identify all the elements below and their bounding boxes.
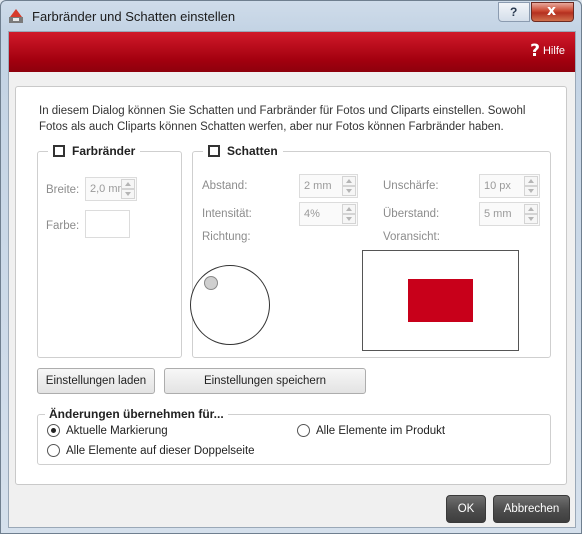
shadow-distance-value: 2 mm — [304, 180, 332, 192]
shadow-blur-stepper[interactable]: 10 px — [479, 174, 540, 198]
borders-group-title[interactable]: Farbränder — [48, 144, 141, 158]
help-icon: ? — [530, 41, 540, 61]
intro-text: In diesem Dialog können Sie Schatten und… — [39, 105, 526, 133]
shadow-overhang-value: 5 mm — [484, 208, 512, 220]
borders-group: Farbränder Breite: 2,0 mm Farbe: — [37, 144, 182, 358]
direction-knob[interactable] — [204, 276, 218, 290]
border-width-down-icon[interactable] — [121, 189, 135, 199]
close-button[interactable]: x — [531, 2, 574, 22]
shadow-blur-up-icon[interactable] — [524, 176, 538, 186]
title-bar[interactable]: Farbränder und Schatten einstellen ? x — [1, 1, 581, 31]
dialog-client-area: ? Hilfe In diesem Dialog können Sie Scha… — [8, 31, 576, 528]
shadow-preview-label: Voransicht: — [383, 231, 440, 243]
shadow-intensity-up-icon[interactable] — [342, 204, 356, 214]
radio-current-selection-label: Aktuelle Markierung — [66, 424, 168, 437]
load-settings-button[interactable]: Einstellungen laden — [37, 368, 155, 394]
shadow-intensity-value: 4% — [304, 208, 320, 220]
shadow-blur-down-icon[interactable] — [524, 186, 538, 196]
border-color-swatch[interactable] — [85, 210, 130, 238]
radio-all-in-product[interactable]: Alle Elemente im Produkt — [297, 424, 445, 437]
header-banner: ? Hilfe — [9, 32, 575, 72]
borders-title-label: Farbränder — [72, 144, 136, 158]
help-label: Hilfe — [542, 45, 565, 57]
dialog-window: Farbränder und Schatten einstellen ? x ?… — [0, 0, 582, 534]
shadow-direction-label: Richtung: — [202, 231, 251, 243]
title-help-button[interactable]: ? — [498, 2, 530, 22]
shadow-blur-value: 10 px — [484, 180, 511, 192]
shadow-intensity-down-icon[interactable] — [342, 214, 356, 224]
shadow-checkbox[interactable] — [208, 145, 220, 157]
preview-image-placeholder — [408, 279, 473, 322]
shadow-distance-stepper[interactable]: 2 mm — [299, 174, 358, 198]
radio-current-selection-indicator[interactable] — [47, 424, 60, 437]
cancel-button[interactable]: Abbrechen — [493, 495, 570, 523]
question-icon: ? — [510, 5, 518, 19]
shadow-title-label: Schatten — [227, 144, 278, 158]
shadow-direction-dial[interactable] — [190, 265, 270, 345]
radio-current-selection[interactable]: Aktuelle Markierung — [47, 424, 168, 437]
radio-all-on-spread-label: Alle Elemente auf dieser Doppelseite — [66, 444, 255, 457]
shadow-distance-up-icon[interactable] — [342, 176, 356, 186]
border-width-stepper[interactable]: 2,0 mm — [85, 177, 137, 201]
shadow-intensity-label: Intensität: — [202, 208, 252, 220]
radio-all-in-product-indicator[interactable] — [297, 424, 310, 437]
shadow-overhang-down-icon[interactable] — [524, 214, 538, 224]
radio-all-in-product-label: Alle Elemente im Produkt — [316, 424, 446, 437]
close-icon: x — [547, 3, 557, 19]
radio-all-on-spread[interactable]: Alle Elemente auf dieser Doppelseite — [47, 444, 255, 457]
border-color-label: Farbe: — [46, 220, 80, 232]
shadow-overhang-stepper[interactable]: 5 mm — [479, 202, 540, 226]
shadow-preview-box — [362, 250, 519, 351]
apply-changes-title: Änderungen übernehmen für... — [45, 407, 228, 421]
apply-changes-group: Änderungen übernehmen für... Aktuelle Ma… — [37, 407, 551, 465]
shadow-group-title[interactable]: Schatten — [203, 144, 283, 158]
border-width-label: Breite: — [46, 184, 80, 196]
app-icon — [9, 9, 23, 23]
ok-button[interactable]: OK — [446, 495, 486, 523]
shadow-blur-label: Unschärfe: — [383, 180, 439, 192]
shadow-distance-down-icon[interactable] — [342, 186, 356, 196]
main-panel: In diesem Dialog können Sie Schatten und… — [15, 86, 567, 485]
shadow-overhang-up-icon[interactable] — [524, 204, 538, 214]
radio-all-on-spread-indicator[interactable] — [47, 444, 60, 457]
shadow-overhang-label: Überstand: — [383, 208, 440, 220]
borders-checkbox[interactable] — [53, 145, 65, 157]
window-title: Farbränder und Schatten einstellen — [32, 9, 236, 24]
save-settings-button[interactable]: Einstellungen speichern — [164, 368, 366, 394]
help-link[interactable]: ? Hilfe — [530, 41, 565, 61]
shadow-intensity-stepper[interactable]: 4% — [299, 202, 358, 226]
shadow-distance-label: Abstand: — [202, 180, 248, 192]
border-width-up-icon[interactable] — [121, 179, 135, 189]
